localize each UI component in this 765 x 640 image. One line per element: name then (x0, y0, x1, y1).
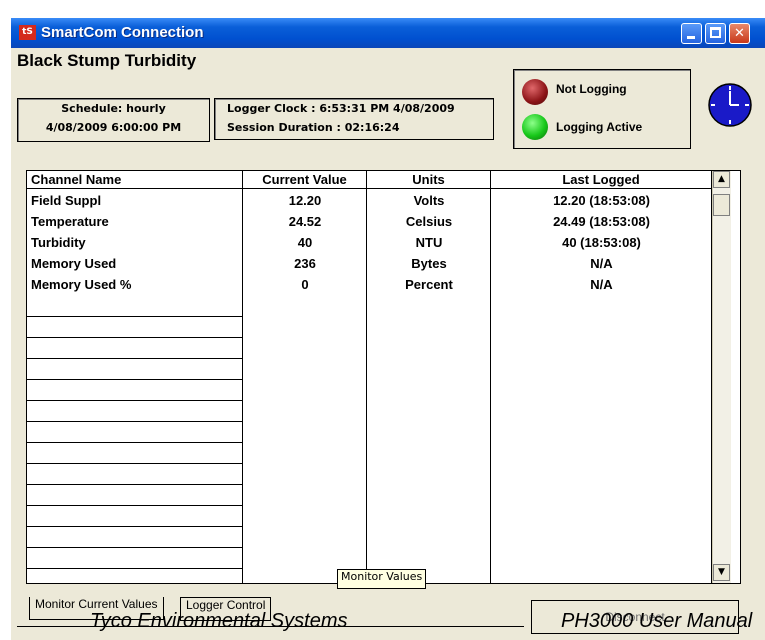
clock-icon (708, 83, 752, 127)
row-divider (27, 358, 243, 359)
tooltip: Monitor Values (337, 569, 427, 589)
not-logging-label: Not Logging (556, 82, 627, 96)
maximize-icon (710, 27, 721, 38)
row-divider (27, 316, 243, 317)
scroll-down-icon[interactable]: ▼ (713, 564, 730, 581)
table-cell[interactable]: Turbidity (31, 233, 241, 252)
logging-status-panel: Not Logging Logging Active (513, 69, 691, 149)
table-cell[interactable]: Bytes (367, 254, 491, 273)
footer-left: Tyco Environmental Systems (90, 610, 348, 632)
schedule-label: Schedule: hourly (61, 102, 166, 115)
header-current-value: Current Value (243, 171, 366, 189)
header-units: Units (367, 171, 490, 189)
table-cell[interactable]: 24.49 (18:53:08) (491, 212, 712, 231)
vertical-scrollbar[interactable]: ▲ ▼ (712, 171, 731, 583)
header-channel-name: Channel Name (27, 171, 242, 189)
row-divider (27, 421, 243, 422)
window-title: SmartCom Connection (41, 24, 204, 41)
logger-clock: Logger Clock : 6:53:31 PM 4/08/2009 (227, 102, 455, 115)
row-divider (27, 379, 243, 380)
close-button[interactable]: ✕ (729, 23, 750, 44)
logging-active-label: Logging Active (556, 120, 643, 134)
scroll-up-icon[interactable]: ▲ (713, 171, 730, 188)
scroll-thumb[interactable] (713, 194, 730, 216)
table-cell[interactable]: 236 (243, 254, 367, 273)
table-cell[interactable]: Memory Used (31, 254, 241, 273)
channel-table[interactable]: Channel Name Current Value Units Last Lo… (26, 170, 741, 584)
site-title: Black Stump Turbidity (17, 51, 197, 70)
row-divider (27, 337, 243, 338)
table-cell[interactable]: Volts (367, 191, 491, 210)
footer-right: PH3000 User Manual (561, 610, 753, 632)
row-divider (27, 526, 243, 527)
table-cell[interactable]: 12.20 (243, 191, 367, 210)
maximize-button[interactable] (705, 23, 726, 44)
not-logging-led-icon (522, 79, 548, 105)
header-last-logged: Last Logged (491, 171, 711, 189)
row-divider (27, 547, 243, 548)
table-cell[interactable]: NTU (367, 233, 491, 252)
session-duration: Session Duration : 02:16:24 (227, 121, 400, 134)
table-cell[interactable]: 40 (18:53:08) (491, 233, 712, 252)
row-divider (27, 463, 243, 464)
row-divider (27, 484, 243, 485)
row-divider (27, 505, 243, 506)
title-bar[interactable]: tS SmartCom Connection ✕ (11, 18, 765, 48)
row-divider (27, 400, 243, 401)
table-cell[interactable]: N/A (491, 254, 712, 273)
logger-clock-box: Logger Clock : 6:53:31 PM 4/08/2009 Sess… (214, 98, 494, 140)
table-cell[interactable]: Memory Used % (31, 275, 241, 294)
minimize-icon (687, 36, 695, 39)
table-cell[interactable]: Temperature (31, 212, 241, 231)
table-cell[interactable]: 0 (243, 275, 367, 294)
table-cell[interactable]: 24.52 (243, 212, 367, 231)
table-cell[interactable]: 12.20 (18:53:08) (491, 191, 712, 210)
logging-active-led-icon (522, 114, 548, 140)
row-divider (27, 568, 243, 569)
schedule-box: Schedule: hourly 4/08/2009 6:00:00 PM (17, 98, 210, 142)
table-cell[interactable]: 40 (243, 233, 367, 252)
table-cell[interactable]: Celsius (367, 212, 491, 231)
row-divider (27, 442, 243, 443)
schedule-time: 4/08/2009 6:00:00 PM (45, 121, 182, 134)
minimize-button[interactable] (681, 23, 702, 44)
table-cell[interactable]: Percent (367, 275, 491, 294)
close-icon: ✕ (734, 26, 745, 41)
table-cell[interactable]: Field Suppl (31, 191, 241, 210)
app-icon: tS (19, 25, 36, 40)
table-cell[interactable]: N/A (491, 275, 712, 294)
